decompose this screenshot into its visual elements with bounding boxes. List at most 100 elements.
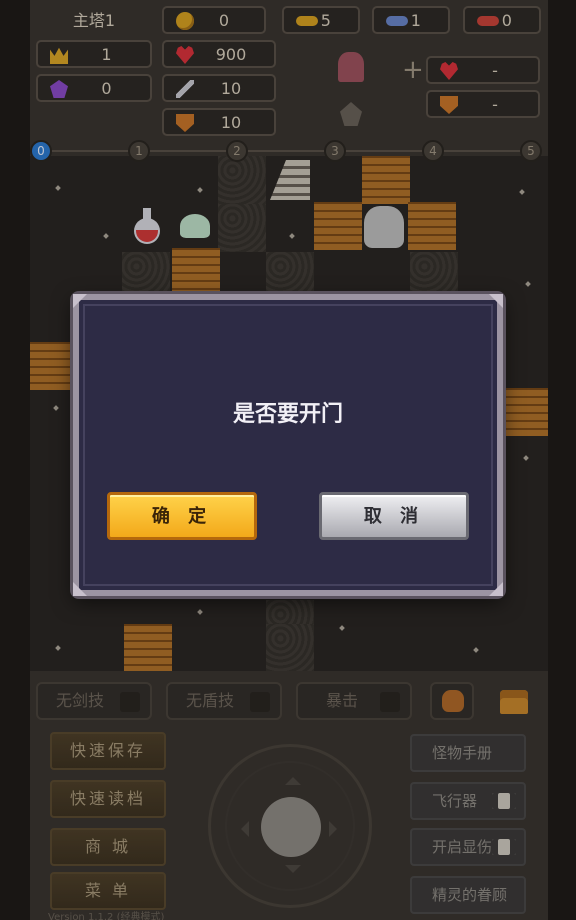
fly-button[interactable]: 飞行器 — [410, 782, 526, 820]
sword-icon — [176, 80, 194, 98]
monster-book-label: 怪物手册 — [432, 744, 493, 762]
monster-book-button[interactable]: 怪物手册 — [410, 734, 526, 772]
arrow-down-icon[interactable] — [285, 865, 301, 881]
progress-line — [40, 150, 538, 152]
floor-node-5[interactable]: 5 — [520, 140, 542, 162]
menu-button[interactable]: 菜 单 — [50, 872, 166, 910]
sparkle — [55, 645, 61, 651]
heart-icon — [176, 46, 194, 64]
stone-floor — [410, 252, 458, 300]
yellow-key-value: 5 — [320, 11, 331, 30]
red-key-value: 0 — [501, 11, 512, 30]
brick-wall — [314, 202, 362, 250]
fairy-helper-icon[interactable] — [338, 52, 364, 82]
treasure-chest-icon[interactable] — [500, 690, 528, 714]
video-ad-icon — [492, 793, 516, 809]
quick-save-button[interactable]: 快速保存 — [50, 732, 166, 770]
green-slime-icon — [180, 214, 210, 238]
crit-skill-button[interactable]: 暴击 — [296, 682, 412, 720]
sparkle — [197, 187, 203, 193]
shield-icon — [440, 96, 458, 114]
floor-node-1[interactable]: 1 — [128, 140, 150, 162]
stone-floor — [266, 252, 314, 300]
shop-button[interactable]: 商 城 — [50, 828, 166, 866]
bonus-hp-stat: - — [426, 56, 540, 84]
sparkle — [55, 185, 61, 191]
gold-stat: 0 — [162, 6, 266, 34]
skill-slot — [250, 692, 270, 712]
dialog-inner-border — [83, 304, 493, 586]
bag-icon — [442, 690, 464, 712]
floor-node-3[interactable]: 3 — [324, 140, 346, 162]
sword-skill-label: 无剑技 — [56, 691, 105, 710]
sparkle — [523, 455, 529, 461]
fairy-blessing-button[interactable]: 精灵的眷顾 — [410, 876, 526, 914]
attack-value: 10 — [220, 79, 242, 98]
shield-skill-button[interactable]: 无盾技 — [166, 682, 282, 720]
gem-value: 0 — [101, 79, 112, 98]
joystick-knob[interactable] — [261, 797, 321, 857]
sword-skill-button[interactable]: 无剑技 — [36, 682, 152, 720]
defense-stat: 10 — [162, 108, 276, 136]
brick-wall — [124, 624, 172, 671]
arrow-up-icon[interactable] — [285, 769, 301, 785]
fairy-blessing-label: 精灵的眷顾 — [432, 886, 508, 904]
skill-slot — [120, 692, 140, 712]
floor-label: 主塔1 — [72, 11, 116, 30]
yellow-key-stat: 5 — [282, 6, 360, 34]
show-damage-button[interactable]: 开启显伤 — [410, 828, 526, 866]
brick-wall — [172, 248, 220, 296]
quick-load-button[interactable]: 快速读档 — [50, 780, 166, 818]
show-damage-label: 开启显伤 — [432, 838, 493, 856]
brick-wall — [408, 202, 456, 250]
sparkle — [103, 233, 109, 239]
sparkle — [339, 625, 345, 631]
open-door-dialog: 是否要开门 确 定 取 消 — [73, 294, 503, 596]
gem-stat: 0 — [36, 74, 152, 102]
right-border — [546, 0, 576, 920]
arrow-right-icon[interactable] — [329, 821, 345, 837]
stone-floor — [122, 252, 170, 300]
left-border — [0, 0, 30, 920]
hp-stat: 900 — [162, 40, 276, 68]
skill-slot — [380, 692, 400, 712]
defense-value: 10 — [220, 113, 242, 132]
joystick[interactable] — [208, 744, 372, 908]
level-value: 1 — [101, 45, 112, 64]
hp-value: 900 — [215, 45, 247, 64]
arrow-left-icon[interactable] — [233, 821, 249, 837]
video-ad-icon — [492, 839, 516, 855]
sparkle — [525, 281, 531, 287]
stone-floor — [266, 624, 314, 671]
brick-wall — [30, 342, 78, 390]
floor-progress: 0 1 2 3 4 5 — [30, 138, 548, 164]
stone-floor — [218, 204, 266, 252]
dialog-message: 是否要开门 — [232, 402, 343, 427]
version-label: Version 1.1.2 (经典模式) — [48, 912, 165, 920]
sparkle — [519, 189, 525, 195]
confirm-button[interactable]: 确 定 — [107, 492, 257, 540]
sparkle — [473, 647, 479, 653]
shield-icon — [176, 114, 194, 132]
floor-node-0[interactable]: 0 — [30, 140, 52, 162]
stairs-icon — [270, 160, 310, 200]
sparkle — [289, 233, 295, 239]
gem-icon — [50, 80, 68, 98]
blue-key-stat: 1 — [372, 6, 450, 34]
crown-icon — [50, 47, 68, 64]
bonus-def-stat: - — [426, 90, 540, 118]
attack-stat: 10 — [162, 74, 276, 102]
shield-skill-label: 无盾技 — [186, 691, 235, 710]
cancel-button[interactable]: 取 消 — [319, 492, 469, 540]
sparkle — [53, 405, 59, 411]
bag-button[interactable] — [430, 682, 474, 720]
floor-node-4[interactable]: 4 — [422, 140, 444, 162]
blue-key-value: 1 — [410, 11, 421, 30]
brick-wall — [504, 388, 548, 436]
old-sage-icon — [364, 206, 404, 248]
gold-value: 0 — [218, 11, 230, 30]
red-potion-icon — [134, 208, 160, 244]
floor-node-2[interactable]: 2 — [226, 140, 248, 162]
coin-icon — [176, 12, 194, 30]
bonus-def-value: - — [492, 95, 498, 114]
